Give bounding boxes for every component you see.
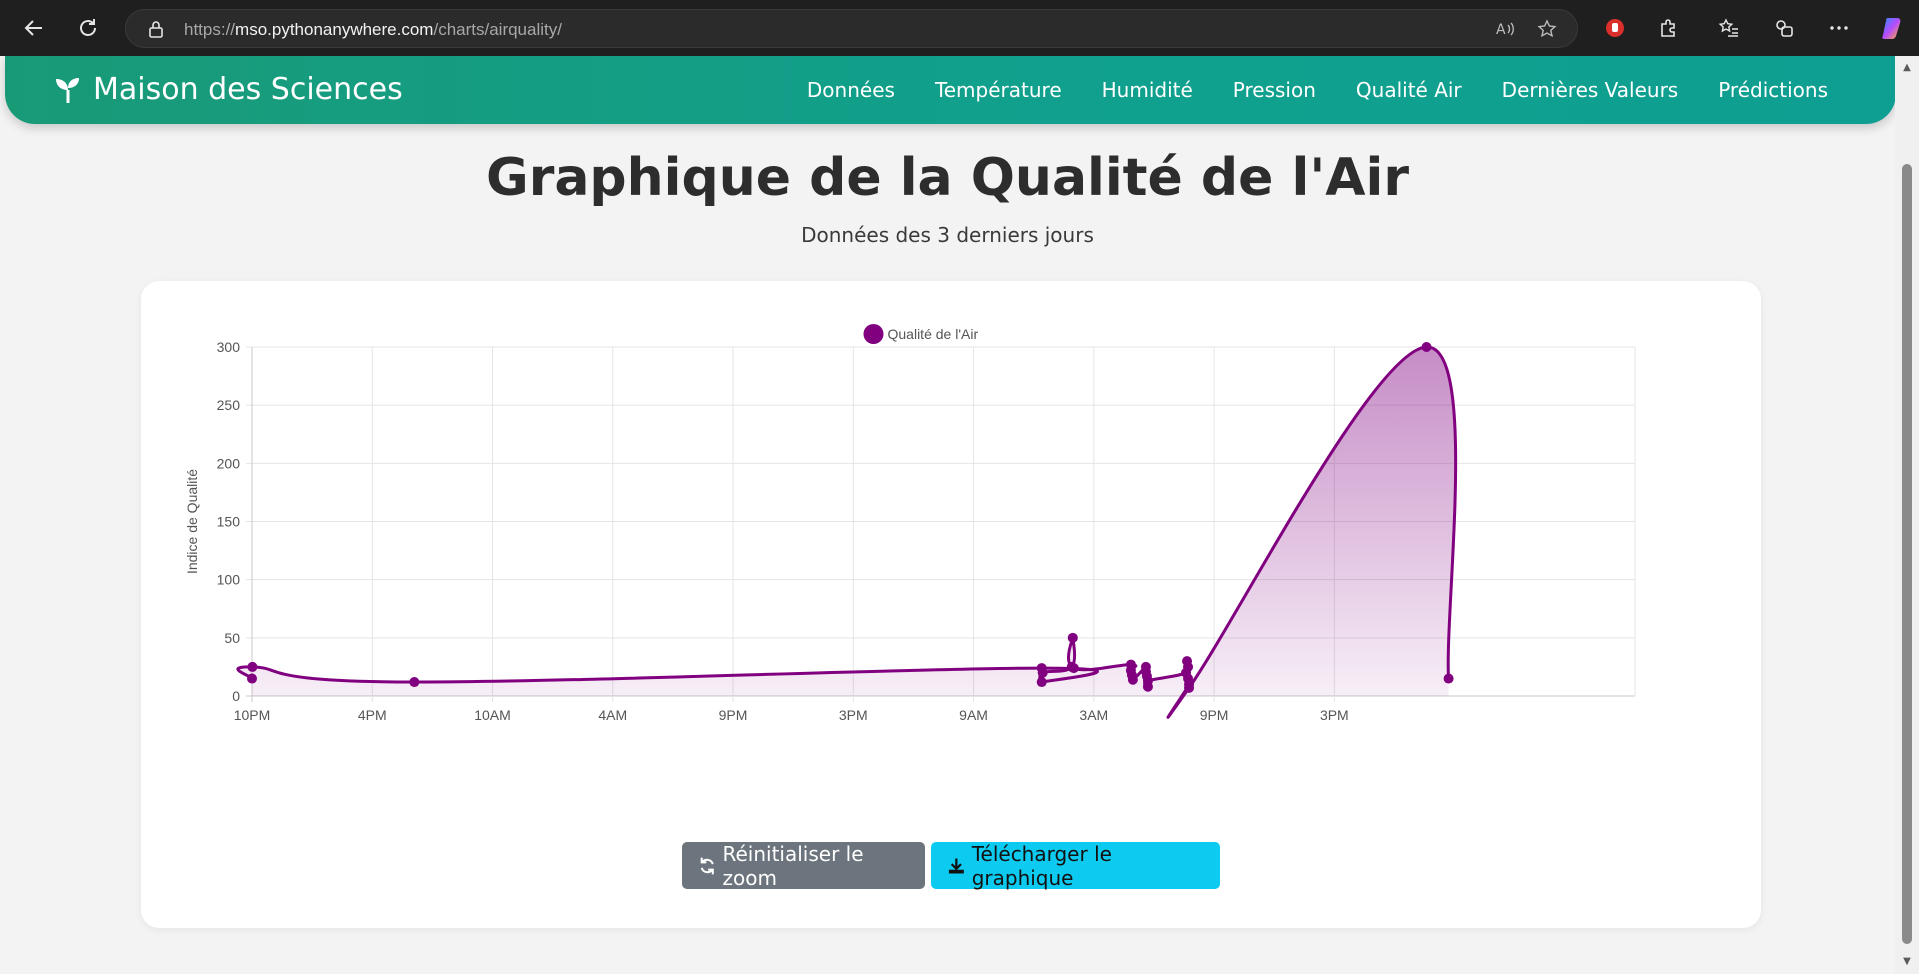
chart-axes: 0 50 100 150 200 250 300 10PM 4PM 10AM 4AM 9PM 3PM 9A…	[184, 339, 1349, 723]
nav-link-qualite-air[interactable]: Qualité Air	[1356, 78, 1462, 102]
x-tick-label: 3PM	[839, 707, 868, 723]
favorites-button[interactable]	[1711, 10, 1747, 46]
y-axis-title: Indice de Qualité	[184, 469, 200, 574]
x-tick-label: 4AM	[598, 707, 627, 723]
data-point[interactable]	[1142, 675, 1153, 686]
scroll-down-arrow-icon[interactable]: ▼	[1900, 956, 1914, 968]
data-point[interactable]	[1443, 673, 1454, 684]
nav-link-pression[interactable]: Pression	[1233, 78, 1316, 102]
extension-stop-button[interactable]	[1597, 10, 1633, 46]
chart-legend[interactable]: Qualité de l'Air	[863, 324, 979, 344]
reset-zoom-label: Réinitialiser le zoom	[722, 841, 864, 890]
y-tick-label: 250	[217, 397, 241, 413]
page-scrollbar[interactable]: ▲ ▼	[1895, 56, 1919, 974]
svg-text:A: A	[1496, 22, 1506, 38]
copilot-button[interactable]	[1876, 10, 1912, 46]
data-point[interactable]	[1127, 674, 1138, 685]
x-tick-label: 3PM	[1320, 707, 1349, 723]
chart-card: 0 50 100 150 200 250 300 10PM 4PM 10AM 4AM 9PM 3PM 9A…	[141, 281, 1761, 928]
copilot-icon	[1882, 18, 1901, 39]
data-point[interactable]	[1036, 677, 1047, 688]
scroll-thumb[interactable]	[1902, 164, 1912, 944]
download-icon	[948, 858, 964, 873]
collections-button[interactable]	[1766, 10, 1802, 46]
nav-links: Données Température Humidité Pression Qu…	[767, 78, 1828, 102]
data-point[interactable]	[1067, 632, 1078, 643]
scroll-up-arrow-icon[interactable]: ▲	[1900, 62, 1914, 74]
nav-link-temperature[interactable]: Température	[935, 78, 1062, 102]
legend-label: Qualité de l'Air	[888, 326, 979, 342]
url-host: mso.pythonanywhere.com	[235, 20, 434, 39]
x-tick-label: 10PM	[234, 707, 271, 723]
x-tick-label: 3AM	[1079, 707, 1108, 723]
brand-name: Maison des Sciences	[93, 72, 403, 107]
url-path: /charts/airquality/	[433, 20, 562, 39]
series-area	[237, 346, 1456, 718]
x-tick-label: 4PM	[358, 707, 387, 723]
sync-icon	[700, 857, 714, 874]
y-tick-label: 300	[217, 339, 241, 355]
x-tick-label: 9AM	[959, 707, 988, 723]
stop-hand-icon	[1606, 19, 1624, 37]
browser-toolbar: https://mso.pythonanywhere.com/charts/ai…	[0, 0, 1919, 56]
favorite-star-icon[interactable]	[1537, 19, 1557, 39]
address-bar[interactable]: https://mso.pythonanywhere.com/charts/ai…	[125, 9, 1578, 48]
chart-area-fill	[237, 346, 1456, 718]
brand-link[interactable]: Maison des Sciences	[53, 72, 403, 107]
back-arrow-icon	[24, 20, 42, 36]
nav-link-donnees[interactable]: Données	[807, 78, 895, 102]
data-point[interactable]	[1183, 661, 1194, 672]
y-tick-label: 50	[224, 630, 240, 646]
data-point[interactable]	[1037, 667, 1048, 678]
collections-icon	[1776, 20, 1793, 37]
chart-actions: Réinitialiser le zoom Télécharger le gra…	[141, 841, 1761, 890]
lock-icon	[149, 21, 163, 38]
y-tick-label: 150	[217, 514, 241, 530]
reload-icon	[80, 19, 96, 36]
nav-link-dernieres-valeurs[interactable]: Dernières Valeurs	[1502, 78, 1679, 102]
navbar: Maison des Sciences Données Température …	[5, 56, 1896, 124]
data-point[interactable]	[1421, 342, 1432, 352]
url-text: https://mso.pythonanywhere.com/charts/ai…	[184, 20, 562, 40]
data-point[interactable]	[247, 673, 257, 684]
page-viewport: Maison des Sciences Données Température …	[0, 56, 1919, 974]
url-scheme: https://	[184, 20, 236, 39]
nav-link-humidite[interactable]: Humidité	[1102, 78, 1193, 102]
download-chart-label: Télécharger le graphique	[971, 841, 1112, 890]
data-point[interactable]	[1068, 663, 1079, 674]
y-tick-label: 100	[217, 572, 241, 588]
x-tick-label: 9PM	[719, 707, 748, 723]
seedling-icon	[56, 77, 79, 103]
x-tick-label: 10AM	[474, 707, 511, 723]
download-chart-button[interactable]: Télécharger le graphique	[931, 841, 1220, 890]
more-menu-button[interactable]	[1821, 10, 1857, 46]
reset-zoom-button[interactable]: Réinitialiser le zoom	[682, 841, 925, 890]
nav-link-predictions[interactable]: Prédictions	[1718, 78, 1828, 102]
back-button[interactable]	[16, 10, 52, 46]
y-tick-label: 200	[217, 455, 241, 471]
data-point[interactable]	[247, 661, 258, 672]
y-tick-label: 0	[232, 688, 240, 704]
extensions-button[interactable]	[1651, 10, 1687, 46]
legend-marker	[863, 324, 884, 344]
data-point[interactable]	[409, 677, 420, 688]
page-title: Graphique de la Qualité de l'Air	[486, 148, 1409, 208]
air-quality-chart[interactable]: 0 50 100 150 200 250 300 10PM 4PM 10AM 4AM 9PM 3PM 9A…	[141, 281, 1761, 826]
data-point[interactable]	[1184, 682, 1195, 693]
read-aloud-icon[interactable]: A	[1495, 20, 1515, 38]
reload-button[interactable]	[70, 10, 106, 46]
puzzle-icon	[1661, 19, 1675, 37]
page-subtitle: Données des 3 derniers jours	[801, 223, 1094, 247]
more-dots-icon	[1830, 26, 1848, 30]
x-tick-label: 9PM	[1200, 707, 1229, 723]
favorites-list-icon	[1718, 18, 1738, 37]
